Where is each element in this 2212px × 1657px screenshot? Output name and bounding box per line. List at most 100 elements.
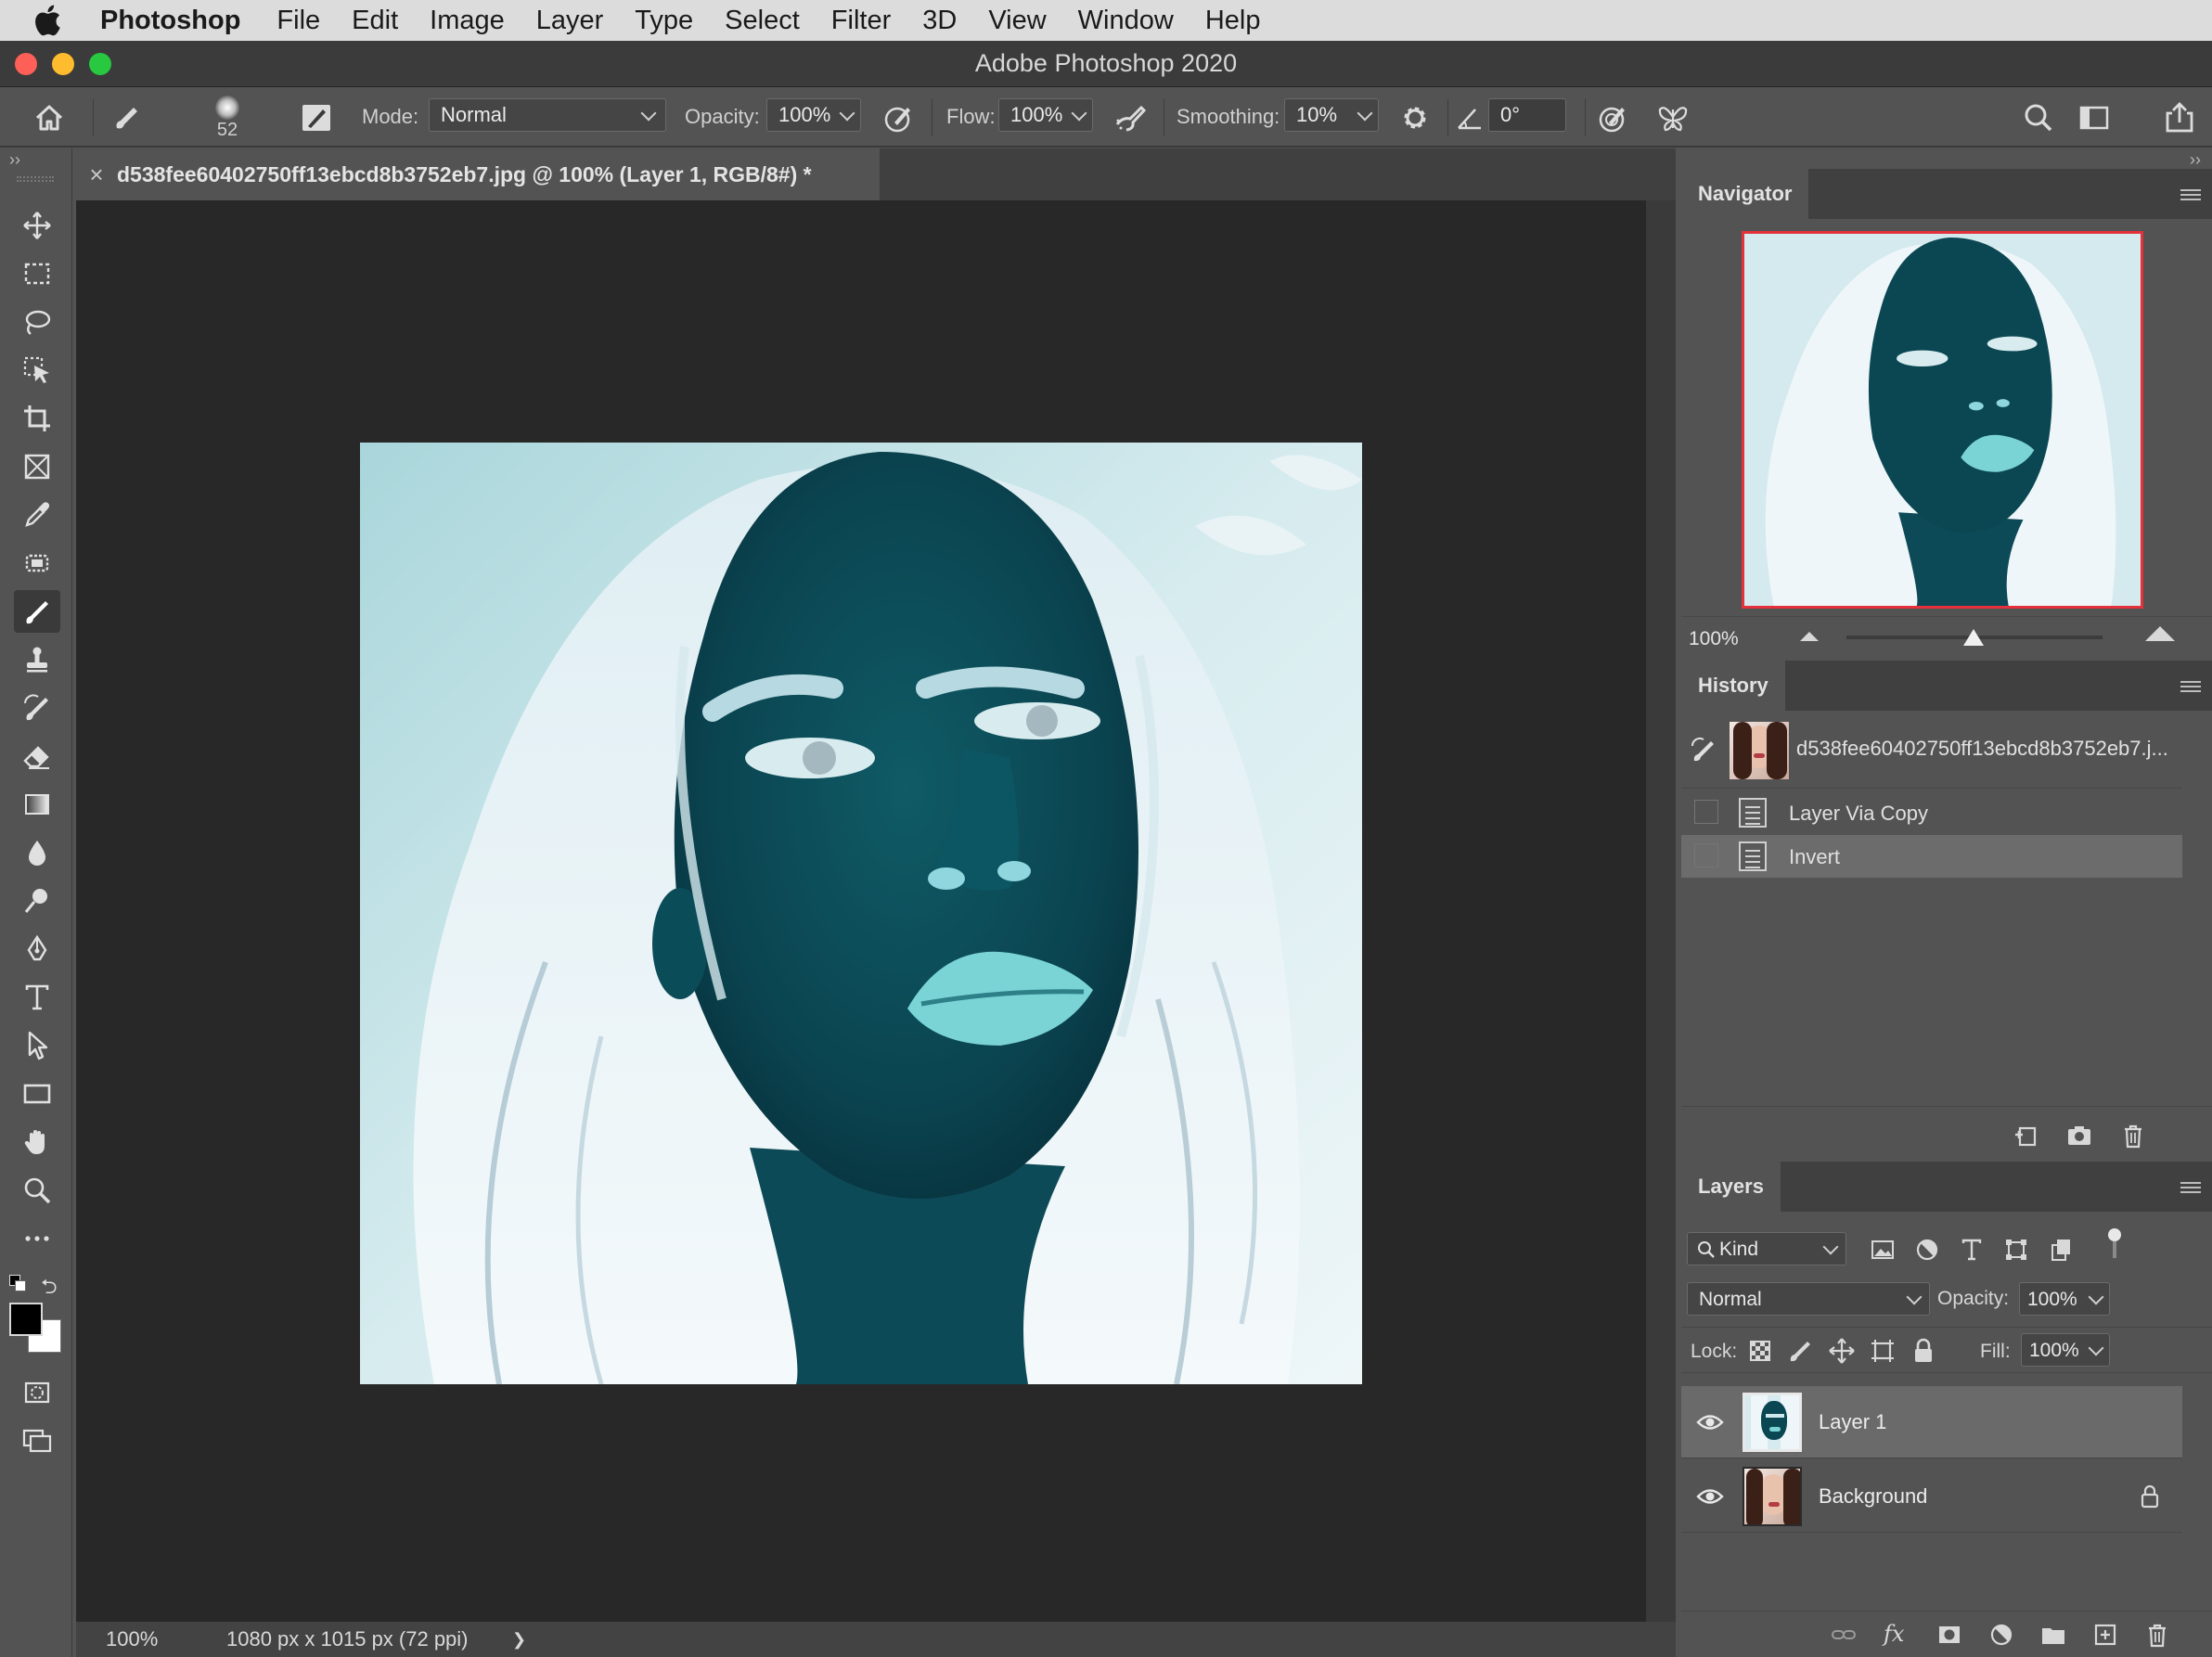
- lock-transparent-pixels-icon[interactable]: [1746, 1337, 1774, 1369]
- minimize-window-button[interactable]: [52, 53, 74, 75]
- navigator-preview[interactable]: [1742, 231, 2143, 609]
- new-document-from-state-icon[interactable]: [2012, 1122, 2039, 1154]
- link-layers-icon[interactable]: [1830, 1621, 1858, 1653]
- history-source-brush-icon[interactable]: [1691, 737, 1718, 764]
- new-layer-icon[interactable]: [2091, 1621, 2119, 1653]
- collapse-toolbar-icon[interactable]: ››: [9, 150, 20, 170]
- history-menu-icon[interactable]: [2180, 681, 2201, 692]
- navigator-zoom-value[interactable]: 100%: [1689, 628, 1739, 650]
- path-select-icon[interactable]: [14, 1024, 60, 1067]
- layer-visibility-eye-icon[interactable]: [1696, 1412, 1724, 1438]
- document-image[interactable]: [360, 443, 1362, 1384]
- menu-file[interactable]: File: [261, 6, 336, 36]
- quick-mask-icon[interactable]: [14, 1371, 60, 1414]
- pen-icon[interactable]: [14, 928, 60, 970]
- default-colors-icon[interactable]: [9, 1275, 28, 1293]
- menu-3d[interactable]: 3D: [907, 6, 972, 36]
- close-document-icon[interactable]: ×: [76, 161, 117, 189]
- delete-layer-trash-icon[interactable]: [2143, 1621, 2171, 1653]
- mode-select[interactable]: Normal: [429, 98, 666, 132]
- canvas-vertical-scrollbar[interactable]: [1646, 200, 1676, 1622]
- layer-row-background[interactable]: Background: [1681, 1460, 2182, 1533]
- lock-all-padlock-icon[interactable]: [1910, 1337, 1937, 1369]
- history-step-checkbox[interactable]: [1694, 800, 1718, 824]
- crop-icon[interactable]: [14, 397, 60, 440]
- menu-filter[interactable]: Filter: [816, 6, 907, 36]
- workspace-icon[interactable]: [2077, 88, 2112, 148]
- menu-view[interactable]: View: [972, 6, 1061, 36]
- history-brush-icon[interactable]: [14, 687, 60, 729]
- lock-artboard-icon[interactable]: [1869, 1337, 1897, 1369]
- frame-icon[interactable]: [14, 445, 60, 488]
- symmetry-butterfly-icon[interactable]: [1655, 88, 1691, 148]
- smoothing-options-gear-icon[interactable]: [1397, 88, 1433, 148]
- navigator-tab[interactable]: Navigator: [1681, 169, 1809, 219]
- lock-position-move-icon[interactable]: [1828, 1337, 1856, 1369]
- menu-help[interactable]: Help: [1190, 6, 1277, 36]
- search-icon[interactable]: [2021, 88, 2056, 148]
- pressure-size-icon[interactable]: [1596, 88, 1631, 148]
- status-menu-arrow-icon[interactable]: ❯: [512, 1630, 526, 1650]
- navigator-menu-icon[interactable]: [2180, 189, 2201, 200]
- more-icon[interactable]: [14, 1217, 60, 1260]
- zoom-in-mountain-icon[interactable]: [2145, 626, 2175, 641]
- lock-image-pixels-brush-icon[interactable]: [1787, 1337, 1815, 1369]
- toolbar-grip[interactable]: [17, 176, 54, 182]
- home-icon[interactable]: [32, 88, 67, 148]
- airbrush-icon[interactable]: [1113, 88, 1149, 148]
- layers-tab[interactable]: Layers: [1681, 1162, 1781, 1212]
- screen-mode-icon[interactable]: [14, 1419, 60, 1462]
- layer-visibility-eye-icon[interactable]: [1696, 1486, 1724, 1512]
- document-tab[interactable]: × d538fee60402750ff13ebcd8b3752eb7.jpg @…: [76, 148, 880, 200]
- object-select-icon[interactable]: [14, 349, 60, 392]
- eraser-icon[interactable]: [14, 735, 60, 777]
- new-fill-adjustment-layer-icon[interactable]: [1987, 1621, 2015, 1653]
- rectangle-icon[interactable]: [14, 1073, 60, 1115]
- filter-smart-object-icon[interactable]: [2047, 1236, 2075, 1268]
- layer-name[interactable]: Layer 1: [1819, 1410, 1886, 1434]
- spot-heal-icon[interactable]: [14, 542, 60, 584]
- filter-toggle-icon[interactable]: [2106, 1228, 2121, 1260]
- filter-shape-layers-icon[interactable]: [2002, 1236, 2030, 1268]
- menu-app-photoshop[interactable]: Photoshop: [84, 6, 261, 36]
- navigator-zoom-slider-thumb[interactable]: [1963, 629, 1984, 646]
- hand-icon[interactable]: [14, 1121, 60, 1163]
- close-window-button[interactable]: [15, 53, 37, 75]
- menu-image[interactable]: Image: [414, 6, 521, 36]
- add-mask-icon[interactable]: [1936, 1621, 1963, 1653]
- brush-angle-field[interactable]: 0°: [1488, 98, 1566, 132]
- menu-window[interactable]: Window: [1062, 6, 1190, 36]
- dodge-icon[interactable]: [14, 880, 60, 922]
- share-icon[interactable]: [2162, 88, 2197, 148]
- gradient-icon[interactable]: [14, 783, 60, 826]
- brush-icon[interactable]: [14, 590, 60, 633]
- filter-adjustment-layers-icon[interactable]: [1913, 1236, 1941, 1268]
- layer-name[interactable]: Background: [1819, 1484, 1927, 1509]
- eyedropper-icon[interactable]: [14, 494, 60, 536]
- menu-type[interactable]: Type: [619, 6, 709, 36]
- type-icon[interactable]: [14, 976, 60, 1019]
- filter-pixel-layers-icon[interactable]: [1869, 1236, 1897, 1268]
- brush-preset-icon[interactable]: [109, 88, 145, 148]
- new-group-folder-icon[interactable]: [2039, 1621, 2067, 1653]
- apple-icon[interactable]: [33, 0, 84, 41]
- layer-filter-kind-select[interactable]: Kind: [1687, 1232, 1846, 1265]
- lasso-icon[interactable]: [14, 301, 60, 343]
- filter-type-layers-icon[interactable]: [1958, 1236, 1986, 1268]
- history-step-checkbox[interactable]: [1694, 843, 1718, 867]
- zoom-window-button[interactable]: [89, 53, 111, 75]
- layer-row-layer-1[interactable]: Layer 1: [1681, 1386, 2182, 1458]
- stamp-icon[interactable]: [14, 638, 60, 681]
- add-layer-style-fx-icon[interactable]: fx: [1884, 1621, 1904, 1647]
- pressure-opacity-icon[interactable]: [881, 88, 917, 148]
- history-snapshot-row[interactable]: d538fee60402750ff13ebcd8b3752eb7.j...: [1681, 713, 2182, 789]
- zoom-icon[interactable]: [14, 1169, 60, 1212]
- layer-blend-mode-select[interactable]: Normal: [1687, 1282, 1930, 1316]
- menu-edit[interactable]: Edit: [336, 6, 414, 36]
- layers-menu-icon[interactable]: [2180, 1182, 2201, 1193]
- flow-field[interactable]: 100%: [998, 98, 1093, 132]
- blur-icon[interactable]: [14, 831, 60, 874]
- history-step-layer-via-copy[interactable]: Layer Via Copy: [1681, 792, 2182, 833]
- swap-colors-icon[interactable]: ⮌: [41, 1271, 58, 1306]
- brush-size-picker[interactable]: 52: [215, 88, 239, 148]
